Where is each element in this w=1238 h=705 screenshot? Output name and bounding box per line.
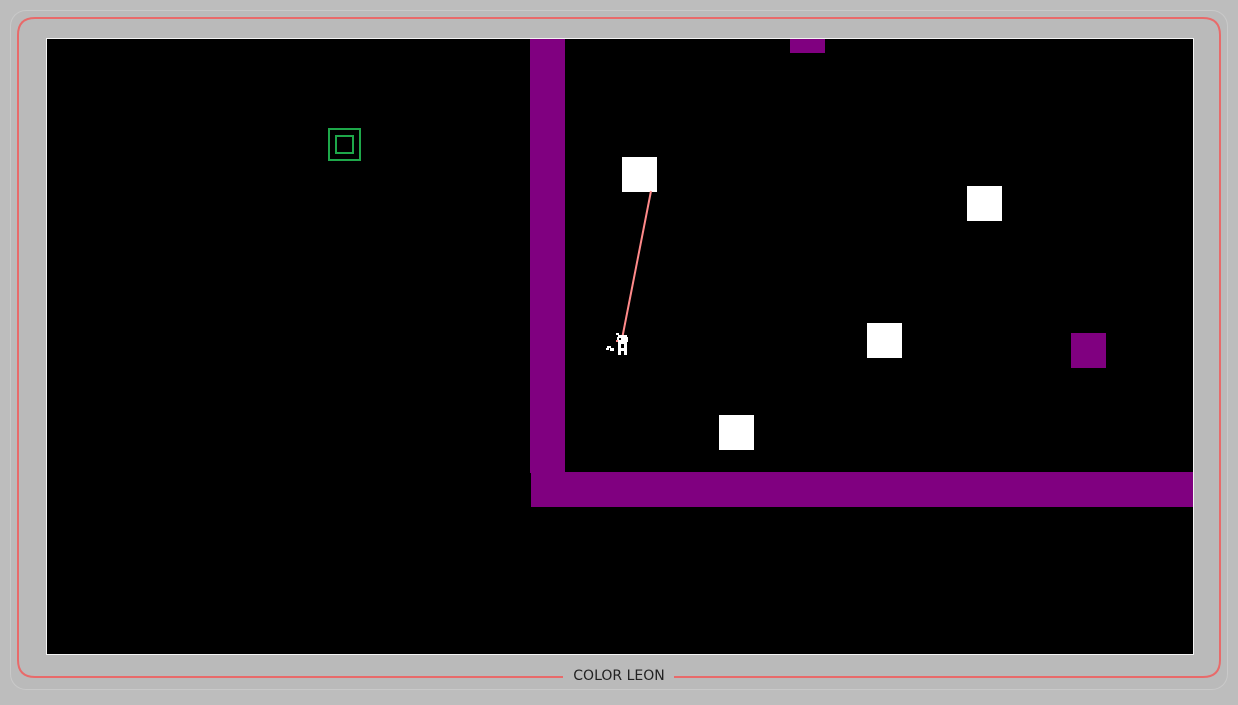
white-block	[719, 415, 754, 450]
purple-wall-vertical	[530, 39, 565, 473]
game-window: COLOR LEON	[0, 0, 1238, 705]
game-title-text: COLOR LEON	[569, 668, 669, 684]
purple-wall-horizontal	[531, 472, 1193, 507]
purple-block-top	[790, 39, 825, 53]
game-title: COLOR LEON	[0, 666, 1238, 686]
white-block	[967, 186, 1002, 221]
exit-goal-icon	[328, 128, 361, 161]
purple-block-right	[1071, 333, 1106, 368]
chameleon-player-icon[interactable]	[604, 331, 638, 365]
game-screen[interactable]	[46, 38, 1194, 655]
white-block	[867, 323, 902, 358]
